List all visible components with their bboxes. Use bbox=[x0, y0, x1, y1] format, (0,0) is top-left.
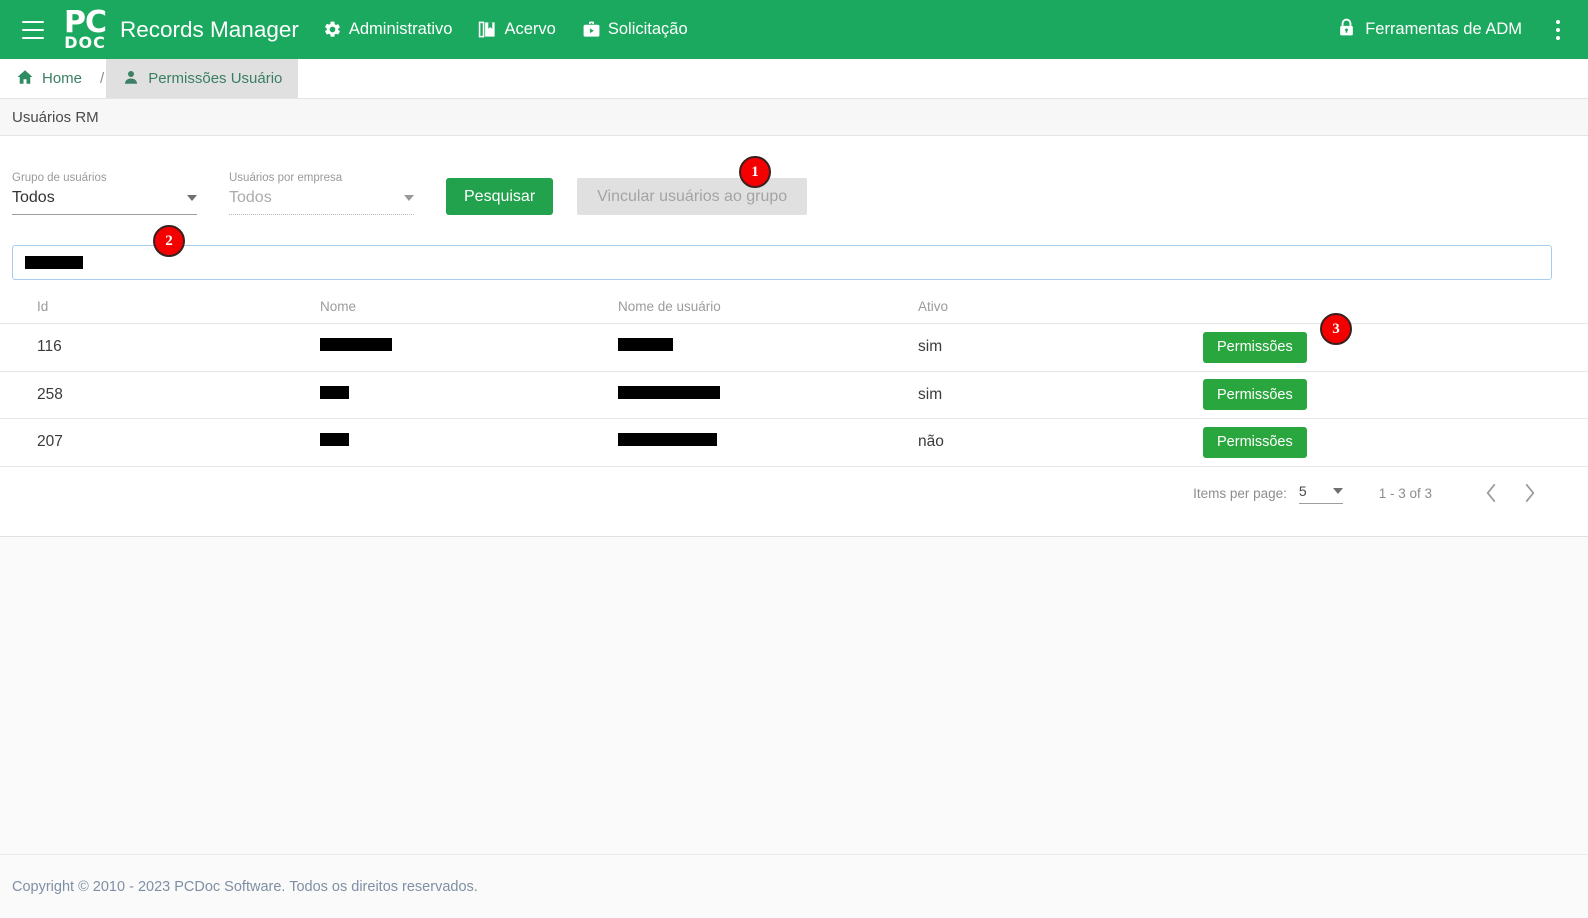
breadcrumb: Home / Permissões Usuário bbox=[0, 59, 1588, 99]
cell-nome-usuario bbox=[618, 338, 918, 356]
more-vertical-icon[interactable] bbox=[1544, 13, 1572, 47]
top-navigation-bar: PC DOC Records Manager Administrativo Ac… bbox=[0, 0, 1588, 59]
cell-ativo: não bbox=[918, 433, 944, 451]
company-users-select[interactable]: Usuários por empresa Todos bbox=[229, 172, 414, 215]
paginator: Items per page: 5 1 - 3 of 3 bbox=[1193, 474, 1548, 512]
items-per-page-value: 5 bbox=[1298, 482, 1307, 499]
hamburger-menu-icon[interactable] bbox=[16, 13, 50, 47]
filter-toolbar: Grupo de usuários Todos Usuários por emp… bbox=[12, 172, 808, 215]
cell-ativo: sim bbox=[918, 385, 943, 403]
gear-icon bbox=[323, 20, 342, 39]
previous-page-button[interactable] bbox=[1472, 474, 1510, 512]
cell-id: 258 bbox=[37, 385, 63, 403]
search-input[interactable] bbox=[12, 245, 1552, 280]
users-table: Id Nome Nome de usuário Ativo 116 sim Perm… bbox=[0, 289, 1588, 467]
permissions-button[interactable]: Permissões bbox=[1203, 426, 1307, 458]
redacted-nome bbox=[320, 433, 349, 447]
adm-tools-label: Ferramentas de ADM bbox=[1365, 20, 1522, 38]
breadcrumb-separator: / bbox=[100, 70, 105, 87]
step-badge-3: 3 bbox=[1320, 313, 1352, 345]
items-per-page-label: Items per page: bbox=[1193, 485, 1287, 501]
company-users-value-row[interactable]: Todos bbox=[229, 189, 414, 214]
table-header-row: Id Nome Nome de usuário Ativo bbox=[0, 289, 1588, 324]
nav-item-administrativo[interactable]: Administrativo bbox=[323, 20, 453, 39]
column-header-id: Id bbox=[37, 298, 49, 314]
permissions-button[interactable]: Permissões bbox=[1203, 379, 1307, 411]
cell-actions: Permissões bbox=[1203, 331, 1588, 363]
step-badge-2: 2 bbox=[153, 225, 185, 257]
cell-actions: Permissões bbox=[1203, 426, 1588, 458]
book-icon bbox=[478, 20, 497, 39]
items-per-page-select[interactable]: 5 bbox=[1298, 482, 1343, 504]
cell-actions: Permissões bbox=[1203, 379, 1588, 411]
redacted-nome bbox=[320, 338, 392, 352]
adm-tools-button[interactable]: Ferramentas de ADM bbox=[1337, 17, 1522, 43]
nav-item-solicitacao[interactable]: Solicitação bbox=[582, 20, 688, 39]
logo-text-bottom: DOC bbox=[64, 33, 106, 52]
company-users-underline: Todos bbox=[229, 189, 414, 215]
home-icon bbox=[16, 68, 34, 90]
next-page-button[interactable] bbox=[1510, 474, 1548, 512]
copyright-text: Copyright © 2010 - 2023 PCDoc Software. … bbox=[12, 878, 478, 895]
cell-nome-usuario bbox=[618, 433, 918, 451]
breadcrumb-active-label: Permissões Usuário bbox=[148, 70, 283, 87]
app-title: Records Manager bbox=[120, 16, 299, 42]
user-group-select[interactable]: Grupo de usuários Todos bbox=[12, 172, 197, 215]
redacted-usuario bbox=[618, 385, 720, 399]
column-header-nome: Nome bbox=[320, 298, 357, 314]
table-body: 116 sim Permissões 258 sim Permissões 207 não Pe… bbox=[0, 324, 1588, 467]
nav-label-administrativo: Administrativo bbox=[348, 20, 453, 38]
pcdoc-logo[interactable]: PC DOC bbox=[64, 8, 107, 52]
breadcrumb-item-permissoes-usuario[interactable]: Permissões Usuário bbox=[106, 59, 299, 98]
briefcase-play-icon bbox=[582, 20, 601, 39]
column-header-ativo: Ativo bbox=[918, 298, 949, 314]
nav-label-solicitacao: Solicitação bbox=[607, 20, 688, 38]
app-root: PC DOC Records Manager Administrativo Ac… bbox=[0, 0, 1588, 918]
footer: Copyright © 2010 - 2023 PCDoc Software. … bbox=[0, 854, 1588, 918]
user-group-label: Grupo de usuários bbox=[12, 172, 107, 184]
cell-id: 207 bbox=[37, 433, 63, 451]
cell-nome-usuario bbox=[618, 385, 918, 404]
cell-nome bbox=[320, 385, 618, 404]
chevron-down-icon bbox=[187, 195, 197, 201]
redacted-nome bbox=[320, 385, 349, 399]
company-users-value: Todos bbox=[229, 189, 272, 206]
chevron-down-icon bbox=[1332, 487, 1343, 494]
user-group-value: Todos bbox=[12, 189, 55, 206]
step-badge-1: 1 bbox=[739, 156, 771, 188]
chevron-down-icon bbox=[404, 195, 414, 201]
page-title: Usuários RM bbox=[0, 99, 1588, 136]
column-header-nome-usuario: Nome de usuário bbox=[618, 298, 721, 314]
cell-ativo: sim bbox=[918, 338, 943, 356]
cell-nome bbox=[320, 433, 618, 451]
redacted-usuario bbox=[618, 338, 673, 352]
cell-id: 116 bbox=[37, 338, 62, 356]
breadcrumb-item-home[interactable]: Home bbox=[0, 59, 98, 98]
person-icon bbox=[122, 68, 140, 90]
pagination-range-label: 1 - 3 of 3 bbox=[1378, 485, 1432, 501]
nav-label-acervo: Acervo bbox=[504, 20, 556, 38]
redacted-usuario bbox=[618, 433, 717, 447]
link-users-to-group-button: Vincular usuários ao grupo bbox=[577, 178, 808, 215]
search-input-redacted-value bbox=[25, 256, 83, 269]
permissions-button[interactable]: Permissões bbox=[1203, 331, 1307, 363]
cell-nome bbox=[320, 338, 618, 356]
user-group-value-row[interactable]: Todos bbox=[12, 189, 197, 215]
company-users-label: Usuários por empresa bbox=[229, 172, 343, 184]
search-button[interactable]: Pesquisar bbox=[446, 178, 554, 215]
table-row: 258 sim Permissões bbox=[0, 372, 1588, 419]
nav-item-acervo[interactable]: Acervo bbox=[478, 20, 556, 39]
lock-icon bbox=[1337, 17, 1356, 43]
breadcrumb-home-label: Home bbox=[42, 70, 83, 87]
table-row: 207 não Permissões bbox=[0, 419, 1588, 467]
